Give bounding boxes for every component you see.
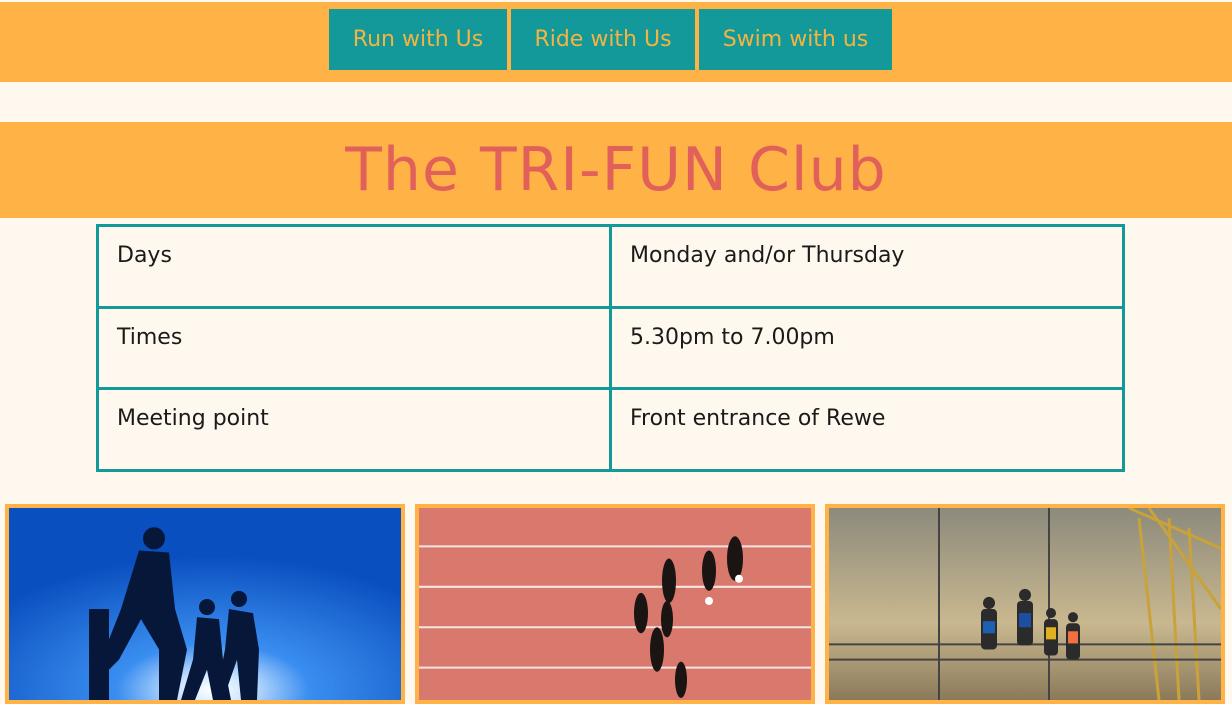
- running-track-photo: [415, 504, 815, 704]
- nav-bar: Run with Us Ride with Us Swim with us: [0, 2, 1232, 82]
- page-title: The TRI-FUN Club: [345, 135, 887, 205]
- row-value-times: 5.30pm to 7.00pm: [609, 305, 1125, 391]
- photo-gallery: [5, 504, 1227, 704]
- nav-swim-button[interactable]: Swim with us: [699, 9, 892, 70]
- table-row: Meeting point Front entrance of Rewe: [96, 387, 1125, 472]
- nav-run-button[interactable]: Run with Us: [329, 9, 507, 70]
- runners-silhouette-photo: [5, 504, 405, 704]
- nav-menu: Run with Us Ride with Us Swim with us: [329, 9, 892, 70]
- nav-ride-button[interactable]: Ride with Us: [511, 9, 695, 70]
- table-row: Days Monday and/or Thursday: [96, 224, 1125, 309]
- table-row: Times 5.30pm to 7.00pm: [96, 305, 1125, 391]
- row-label-days: Days: [96, 224, 612, 309]
- row-label-times: Times: [96, 305, 612, 391]
- title-banner: The TRI-FUN Club: [0, 122, 1232, 218]
- row-value-meeting-point: Front entrance of Rewe: [609, 387, 1125, 472]
- row-label-meeting-point: Meeting point: [96, 387, 612, 472]
- row-value-days: Monday and/or Thursday: [609, 224, 1125, 309]
- bridge-runners-photo: [825, 504, 1225, 704]
- schedule-table: Days Monday and/or Thursday Times 5.30pm…: [96, 224, 1125, 472]
